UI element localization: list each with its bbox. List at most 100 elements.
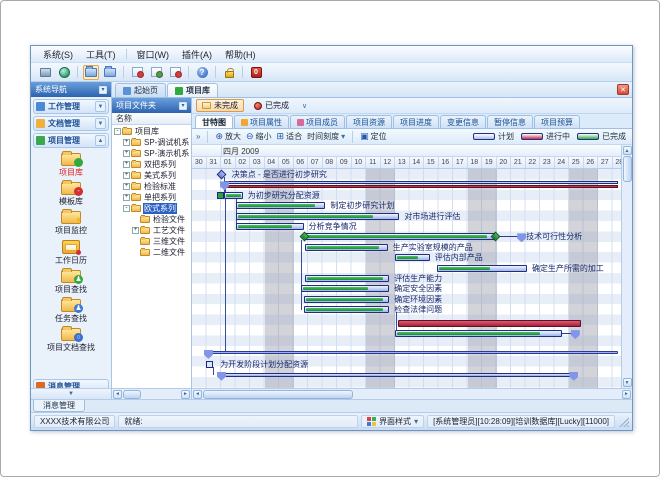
- sidebar-item-工作日历[interactable]: 工作日历: [55, 240, 87, 266]
- doc-tab-起始页[interactable]: 起始页: [115, 83, 166, 97]
- gantt-tab-项目预算[interactable]: 项目预算: [534, 115, 580, 128]
- task-bar[interactable]: [395, 254, 430, 261]
- tree-node-美式系列[interactable]: +美式系列: [112, 170, 191, 181]
- tree-expander-icon[interactable]: +: [132, 227, 139, 234]
- tree-node-二维文件[interactable]: 二维文件: [112, 247, 191, 258]
- tree-node-SP-调试机系[interactable]: +SP-调试机系: [112, 137, 191, 148]
- summary-progress-bar[interactable]: [224, 185, 618, 188]
- menu-item-3[interactable]: 窗口(W): [131, 47, 176, 62]
- gantt-vertical-scrollbar[interactable]: ▲ ▼: [621, 145, 632, 388]
- tree-node-检验文件[interactable]: 检验文件: [112, 214, 191, 225]
- doc-tab-项目库[interactable]: 项目库: [167, 83, 218, 97]
- help-button[interactable]: ?: [194, 65, 210, 80]
- filter-overflow-icon[interactable]: ∨: [299, 102, 310, 110]
- gantt-tab-项目进度[interactable]: 项目进度: [393, 115, 439, 128]
- task-bar[interactable]: [304, 233, 495, 240]
- sidebar-group-2[interactable]: 文档管理▼: [33, 116, 109, 131]
- sidebar-group-1[interactable]: 工作管理▼: [33, 99, 109, 114]
- tree-node-SP-演示机系[interactable]: +SP-演示机系: [112, 148, 191, 159]
- gantt-tab-项目属性[interactable]: 项目属性: [234, 115, 289, 128]
- tree-expander-icon[interactable]: +: [123, 161, 130, 168]
- scroll-down-icon[interactable]: ▼: [623, 378, 632, 387]
- scroll-left-icon[interactable]: ◄: [113, 390, 122, 399]
- scroll-right-icon[interactable]: ►: [622, 390, 631, 399]
- scroll-right-icon[interactable]: ►: [181, 390, 190, 399]
- tree-expander-icon[interactable]: +: [123, 150, 130, 157]
- folder-open-button[interactable]: [83, 65, 99, 80]
- tree-node-单把系列[interactable]: +单把系列: [112, 192, 191, 203]
- task-bar[interactable]: [305, 244, 388, 251]
- tree-node-欧式系列[interactable]: -欧式系列: [112, 203, 191, 214]
- inprogress-bar[interactable]: [398, 320, 581, 327]
- milestone-square[interactable]: [206, 361, 213, 368]
- chevron-up-icon[interactable]: ▲: [95, 135, 106, 146]
- monitor-button[interactable]: [37, 65, 53, 80]
- tree-node-检验标准[interactable]: +检验标准: [112, 181, 191, 192]
- timescale-dropdown[interactable]: 时间刻度▾: [307, 131, 345, 142]
- gantt-tab-项目成员[interactable]: 项目成员: [290, 115, 345, 128]
- form-refresh-button[interactable]: [148, 65, 164, 80]
- tree-expander-icon[interactable]: +: [123, 139, 130, 146]
- sidebar-item-项目文档查找[interactable]: ○项目文档查找: [47, 328, 95, 353]
- filter-未完成[interactable]: 未完成: [196, 99, 244, 112]
- menu-item-5[interactable]: 帮助(H): [219, 47, 262, 62]
- sidebar-group-3[interactable]: 项目管理▲: [33, 133, 109, 148]
- task-bar[interactable]: [304, 296, 390, 303]
- form-delete-button[interactable]: [167, 65, 183, 80]
- chevron-down-icon[interactable]: ▼: [95, 118, 106, 129]
- milestone-diamond[interactable]: [217, 170, 227, 180]
- scroll-left-icon[interactable]: ◄: [193, 390, 202, 399]
- tree-expander-icon[interactable]: +: [123, 194, 130, 201]
- tree-node-双把系列[interactable]: +双把系列: [112, 159, 191, 170]
- task-bar[interactable]: [301, 285, 389, 292]
- resize-grip[interactable]: [619, 417, 629, 427]
- task-bar[interactable]: [236, 213, 400, 220]
- tree-expander-icon[interactable]: -: [123, 205, 130, 212]
- tree-expander-icon[interactable]: -: [114, 128, 121, 135]
- scrollbar-thumb[interactable]: [623, 156, 632, 182]
- tree-expander-icon[interactable]: +: [123, 172, 130, 179]
- sidebar-item-项目监控[interactable]: ★项目监控: [55, 211, 87, 236]
- sidebar-item-任务查找[interactable]: ♟任务查找: [55, 299, 87, 324]
- tab-message-management[interactable]: 消息管理: [33, 400, 85, 412]
- gantt-tab-暂停信息[interactable]: 暂停信息: [487, 115, 533, 128]
- task-bar[interactable]: [236, 223, 304, 230]
- tree-expander-icon[interactable]: +: [123, 183, 130, 190]
- pin-icon[interactable]: ▾: [99, 86, 107, 94]
- task-bar[interactable]: [395, 330, 562, 337]
- power-button[interactable]: 0: [248, 65, 264, 80]
- menu-item-2[interactable]: 工具(T): [80, 47, 122, 62]
- tree-node-项目库[interactable]: -项目库: [112, 126, 191, 137]
- pin-icon[interactable]: ▾: [179, 102, 187, 110]
- zoom-out-button[interactable]: ⊖缩小: [246, 131, 272, 142]
- gantt-tab-甘特图[interactable]: 甘特图: [195, 115, 233, 128]
- tree-node-工艺文件[interactable]: +工艺文件: [112, 225, 191, 236]
- globe-button[interactable]: [56, 65, 72, 80]
- toolbar-chevron-icon[interactable]: »: [196, 132, 200, 141]
- folder-window-button[interactable]: [102, 65, 118, 80]
- scroll-up-icon[interactable]: ▲: [623, 146, 632, 155]
- menu-item-4[interactable]: 插件(A): [176, 47, 218, 62]
- scrollbar-thumb[interactable]: [203, 390, 353, 399]
- tree-horizontal-scrollbar[interactable]: ◄ ►: [112, 388, 191, 399]
- plan-line-bar[interactable]: [208, 351, 618, 354]
- style-button[interactable]: 界面样式 ▾: [361, 415, 424, 428]
- sidebar-overflow-button[interactable]: ▼: [31, 388, 111, 399]
- task-bar[interactable]: [437, 265, 527, 272]
- gantt-horizontal-scrollbar[interactable]: ◄ ►: [192, 388, 632, 399]
- form-report-button[interactable]: [129, 65, 145, 80]
- zoom-in-button[interactable]: ⊕放大: [215, 131, 241, 142]
- sidebar-item-模板库[interactable]: -模板库: [59, 182, 83, 207]
- lock-button[interactable]: [221, 65, 237, 80]
- filter-已完成[interactable]: 已完成: [248, 99, 295, 112]
- sidebar-item-项目查找[interactable]: ♟项目查找: [55, 270, 87, 295]
- task-bar[interactable]: [304, 306, 390, 313]
- sidebar-item-项目库[interactable]: 项目库: [59, 153, 83, 178]
- tree-node-三维文件[interactable]: 三维文件: [112, 236, 191, 247]
- chevron-down-icon[interactable]: ▼: [95, 101, 106, 112]
- menu-item-1[interactable]: 系统(S): [37, 47, 79, 62]
- summary-plan-bar[interactable]: [224, 181, 618, 184]
- close-tab-button[interactable]: ✕: [617, 84, 629, 95]
- locate-button[interactable]: ▣定位: [360, 131, 387, 142]
- sidebar-group-messages[interactable]: 消息管理: [33, 379, 109, 388]
